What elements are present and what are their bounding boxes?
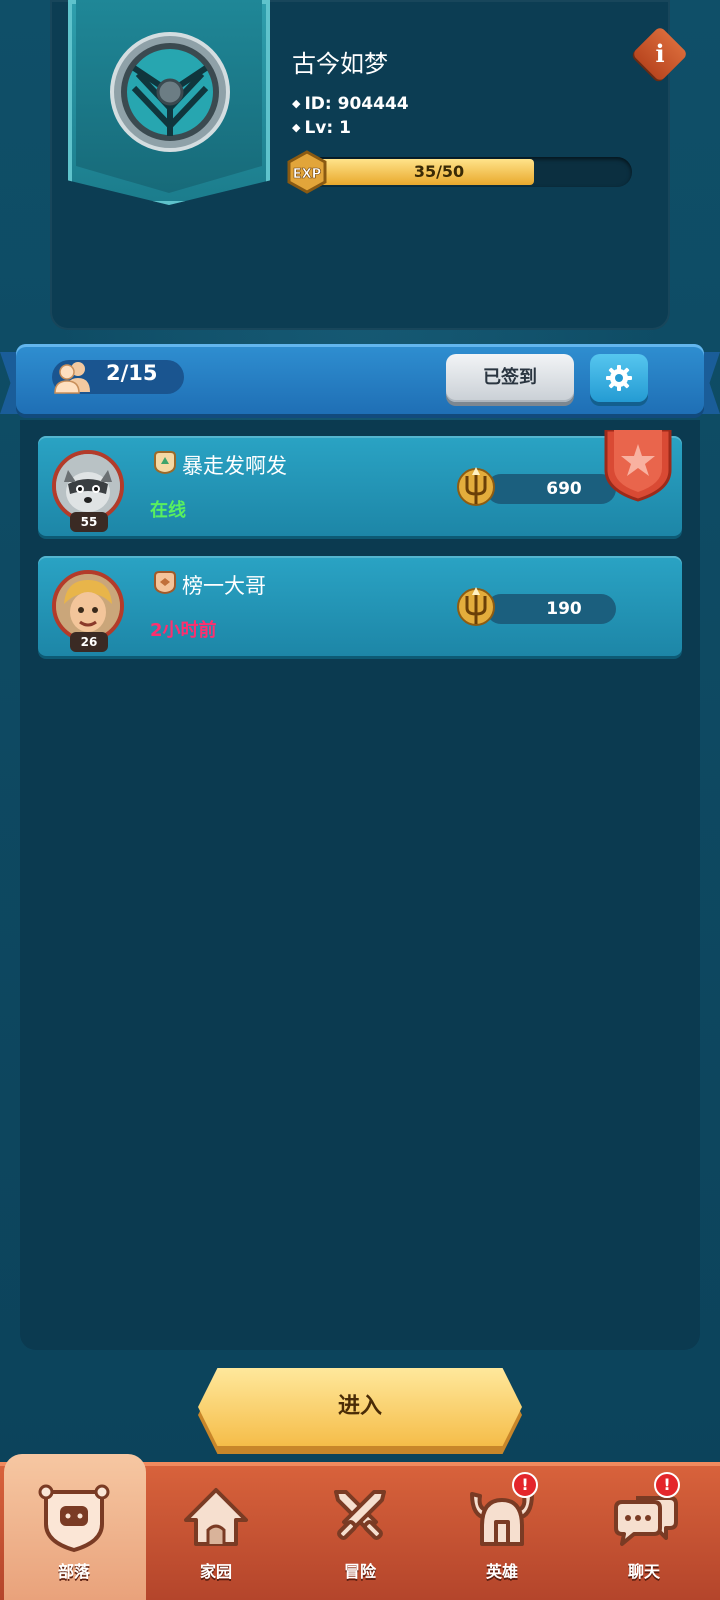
trident-icon xyxy=(457,467,495,506)
nav-tribe[interactable]: 部落 xyxy=(4,1462,144,1600)
tribe-toolbar: 2/15 已签到 xyxy=(0,344,720,420)
gear-icon xyxy=(606,365,632,391)
player-name: 古今如梦 xyxy=(292,50,388,78)
lv-label: Lv: xyxy=(304,118,334,138)
nav-label: 冒险 xyxy=(343,1562,376,1581)
member-name: 榜一大哥 xyxy=(182,574,266,598)
nav-chat[interactable]: ! 聊天 xyxy=(574,1462,714,1600)
nav-heroes[interactable]: ! 英雄 xyxy=(432,1462,572,1600)
exp-badge-icon: EXP xyxy=(287,150,327,194)
checkin-button[interactable]: 已签到 xyxy=(446,354,574,402)
diamond-icon: ◆ xyxy=(292,97,301,110)
home-icon xyxy=(184,1488,248,1546)
exp-badge-label: EXP xyxy=(293,167,321,182)
member-score: 190 xyxy=(546,599,582,619)
member-score: 690 xyxy=(546,479,582,499)
nav-home[interactable]: 家园 xyxy=(146,1462,286,1600)
swords-icon xyxy=(334,1490,386,1540)
nav-label: 部落 xyxy=(57,1562,90,1581)
lv-value: 1 xyxy=(339,118,351,138)
member-level-badge: 55 xyxy=(70,512,108,532)
id-value: 904444 xyxy=(337,94,409,114)
member-rank-icon xyxy=(154,571,176,594)
nav-label: 家园 xyxy=(199,1562,232,1581)
player-level: ◆ Lv: 1 xyxy=(292,118,351,138)
member-card[interactable]: 26 榜一大哥 2小时前 190 xyxy=(38,556,682,656)
chat-alert-icon: ! xyxy=(654,1472,680,1498)
nav-label: 英雄 xyxy=(485,1562,518,1581)
id-label: ID: xyxy=(304,94,332,114)
info-icon[interactable]: i xyxy=(640,34,680,74)
nav-label: 聊天 xyxy=(627,1562,660,1581)
tribe-shield-icon[interactable] xyxy=(108,30,232,154)
member-status: 在线 xyxy=(150,500,186,521)
settings-button[interactable] xyxy=(590,354,648,402)
heroes-alert-icon: ! xyxy=(512,1472,538,1498)
diamond-icon: ◆ xyxy=(292,121,301,134)
leader-rank-icon xyxy=(154,451,176,474)
boy-face-icon xyxy=(56,574,120,638)
exp-text: 35/50 xyxy=(413,162,465,181)
tribe-icon xyxy=(38,1484,110,1553)
trident-icon xyxy=(457,587,495,626)
member-name: 暴走发啊发 xyxy=(182,454,287,478)
leader-star-badge-icon xyxy=(604,430,672,502)
nav-adventure[interactable]: 冒险 xyxy=(290,1462,430,1600)
members-icon xyxy=(54,362,90,394)
enter-button-label[interactable]: 进入 xyxy=(198,1368,522,1446)
member-status: 2小时前 xyxy=(150,620,217,641)
raccoon-face-icon xyxy=(56,454,120,518)
member-card[interactable]: 55 暴走发啊发 在线 690 xyxy=(38,430,682,536)
member-level-badge: 26 xyxy=(70,632,108,652)
member-count: 2/15 xyxy=(106,361,158,385)
player-id: ◆ ID: 904444 xyxy=(292,94,409,114)
exp-bar: 35/50 xyxy=(306,157,632,187)
